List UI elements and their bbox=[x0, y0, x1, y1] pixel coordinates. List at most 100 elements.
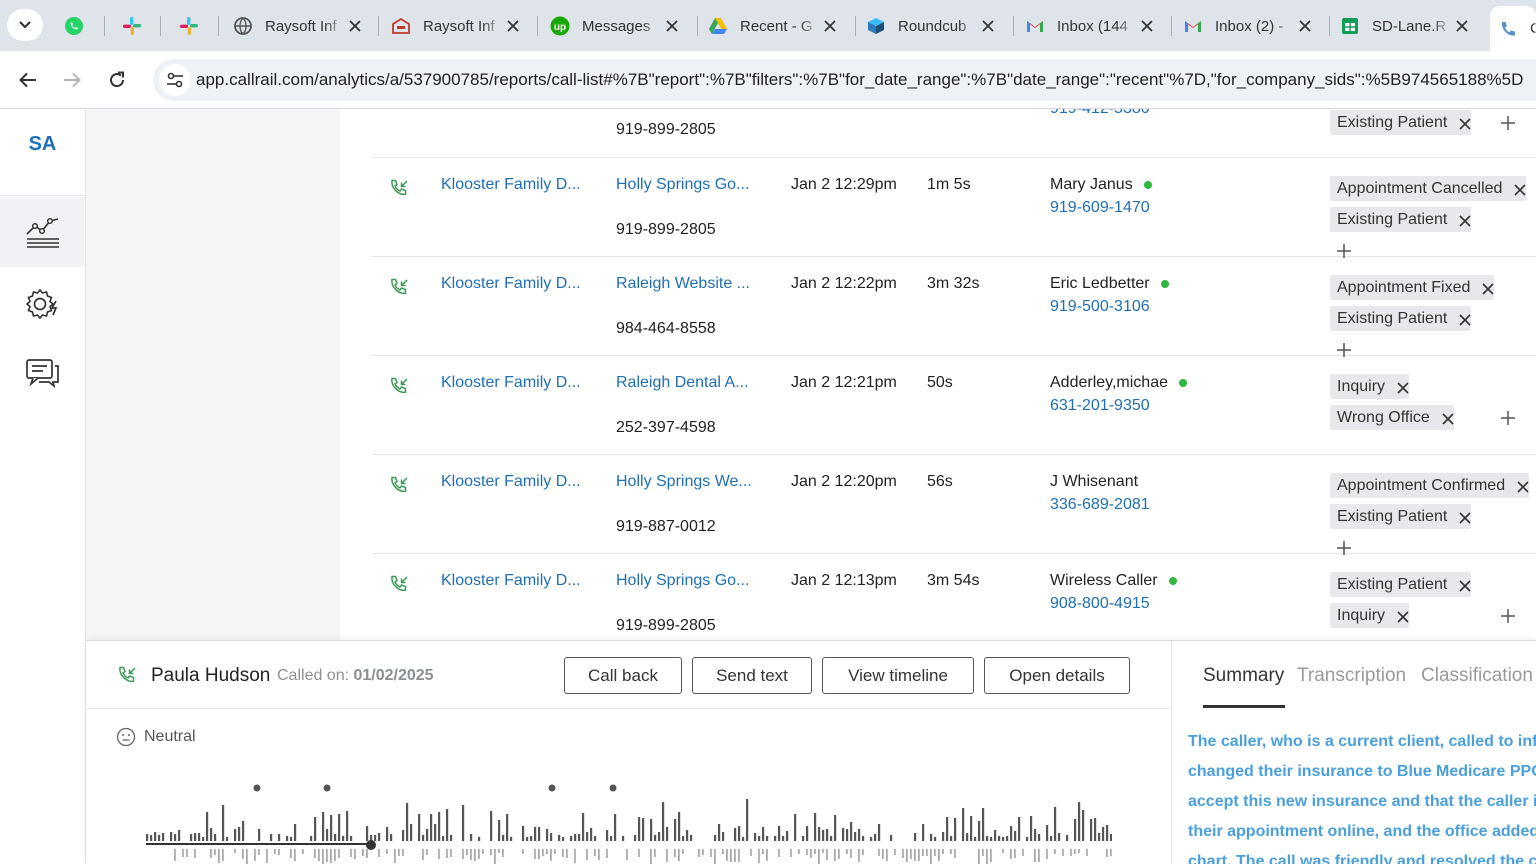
view-timeline-button[interactable]: View timeline bbox=[822, 657, 974, 694]
close-icon[interactable] bbox=[503, 16, 523, 36]
table-row[interactable]: Klooster Family D... Holly Springs Go...… bbox=[372, 554, 1536, 640]
nav-settings[interactable] bbox=[0, 269, 85, 339]
nav-analytics[interactable] bbox=[0, 197, 85, 267]
add-tag-icon[interactable] bbox=[1500, 608, 1516, 624]
open-details-button[interactable]: Open details bbox=[984, 657, 1130, 694]
nav-messages[interactable] bbox=[0, 338, 85, 408]
tab-roundcube[interactable]: Roundcub bbox=[858, 8, 1008, 44]
caller-phone[interactable]: 908-800-4915 bbox=[1050, 595, 1150, 613]
svg-text:up: up bbox=[554, 22, 566, 33]
close-icon[interactable] bbox=[662, 16, 682, 36]
reload-button[interactable] bbox=[100, 63, 134, 97]
close-icon[interactable] bbox=[1452, 16, 1472, 36]
tune-icon bbox=[167, 72, 183, 88]
tab-google-drive[interactable]: Recent - G bbox=[700, 8, 850, 44]
tag: Appointment Confirmed bbox=[1330, 473, 1530, 498]
remove-tag-icon[interactable] bbox=[1459, 313, 1471, 326]
tab-raysoft-1[interactable]: Raysoft Inf bbox=[225, 8, 375, 44]
company-link[interactable]: Klooster Family D... bbox=[441, 473, 581, 491]
caller-phone[interactable]: 336-689-2081 bbox=[1050, 496, 1150, 514]
inbound-call-icon bbox=[388, 574, 410, 596]
call-summary-text: The caller, who is a current client, cal… bbox=[1188, 733, 1536, 864]
site-info-button[interactable] bbox=[159, 64, 191, 96]
remove-tag-icon[interactable] bbox=[1514, 183, 1527, 196]
table-row[interactable]: Klooster Family D... Raleigh Website ...… bbox=[372, 257, 1536, 357]
tab-search-button[interactable] bbox=[7, 9, 43, 41]
table-row[interactable]: 919-899-2805 919-412-5380 Existing Patie… bbox=[372, 109, 1536, 158]
close-icon[interactable] bbox=[1137, 16, 1157, 36]
call-duration: 3m 54s bbox=[927, 572, 980, 589]
audio-waveform-player[interactable] bbox=[146, 781, 1112, 864]
tab-raysoft-2[interactable]: Raysoft Inf bbox=[383, 8, 533, 44]
browser-tab-strip: Raysoft Inf Raysoft Inf up Messages Rece… bbox=[0, 0, 1536, 51]
company-link[interactable]: Klooster Family D... bbox=[441, 572, 581, 590]
remove-tag-icon[interactable] bbox=[1397, 610, 1409, 623]
source-link[interactable]: Holly Springs Go... bbox=[616, 176, 749, 194]
remove-tag-icon[interactable] bbox=[1459, 117, 1471, 130]
caller-phone[interactable]: 631-201-9350 bbox=[1050, 397, 1150, 415]
table-row[interactable]: Klooster Family D... Raleigh Dental A...… bbox=[372, 356, 1536, 455]
slack-icon bbox=[179, 16, 199, 36]
remove-tag-icon[interactable] bbox=[1517, 480, 1529, 493]
tab-google-sheets[interactable]: SD-Lane.R bbox=[1332, 8, 1482, 44]
add-tag-icon[interactable] bbox=[1500, 115, 1516, 131]
call-date: Jan 2 12:13pm bbox=[791, 572, 897, 589]
tracking-number: 919-899-2805 bbox=[616, 121, 716, 138]
remove-tag-icon[interactable] bbox=[1442, 412, 1454, 425]
tab-gmail-2[interactable]: Inbox (2) - bbox=[1175, 8, 1325, 44]
send-text-button[interactable]: Send text bbox=[692, 657, 812, 694]
tab-slack-1[interactable] bbox=[114, 8, 154, 44]
raysoft-icon bbox=[391, 16, 411, 36]
call-detail-header: Paula Hudson Called on: 01/02/2025 Call … bbox=[86, 641, 1172, 709]
tab-title: Inbox (144 bbox=[1057, 17, 1128, 35]
tab-transcription[interactable]: Transcription bbox=[1297, 665, 1406, 687]
add-tag-icon[interactable] bbox=[1500, 410, 1516, 426]
tab-whatsapp[interactable] bbox=[56, 8, 96, 44]
address-bar[interactable]: app.callrail.com/analytics/a/537900785/r… bbox=[153, 59, 1536, 101]
inbound-call-icon bbox=[388, 277, 410, 299]
remove-tag-icon[interactable] bbox=[1397, 381, 1409, 394]
remove-tag-icon[interactable] bbox=[1459, 214, 1471, 227]
caller-phone[interactable]: 919-609-1470 bbox=[1050, 199, 1150, 217]
tag: Existing Patient bbox=[1330, 207, 1472, 232]
company-link[interactable]: Klooster Family D... bbox=[441, 176, 581, 194]
close-icon[interactable] bbox=[345, 16, 365, 36]
inbound-call-icon bbox=[388, 178, 410, 200]
source-link[interactable]: Holly Springs We... bbox=[616, 473, 752, 491]
remove-tag-icon[interactable] bbox=[1459, 579, 1471, 592]
inbound-call-icon bbox=[388, 475, 410, 497]
tracking-number: 919-887-0012 bbox=[616, 518, 716, 535]
tab-gmail-1[interactable]: Inbox (144 bbox=[1017, 8, 1167, 44]
back-button[interactable] bbox=[11, 63, 45, 97]
forward-button[interactable] bbox=[55, 63, 89, 97]
reload-icon bbox=[110, 71, 125, 88]
company-link[interactable]: Klooster Family D... bbox=[441, 275, 581, 293]
account-initials[interactable]: SA bbox=[0, 133, 85, 156]
called-on: Called on: 01/02/2025 bbox=[277, 667, 434, 684]
tab-callrail-active[interactable]: C bbox=[1490, 6, 1536, 51]
source-link[interactable]: Holly Springs Go... bbox=[616, 572, 749, 590]
analytics-icon bbox=[25, 217, 59, 248]
caller-phone[interactable]: 919-412-5380 bbox=[1050, 109, 1150, 118]
tab-classification[interactable]: Classification bbox=[1421, 665, 1533, 687]
table-row[interactable]: Klooster Family D... Holly Springs Go...… bbox=[372, 158, 1536, 258]
tab-title: SD-Lane.R bbox=[1372, 17, 1447, 35]
remove-tag-icon[interactable] bbox=[1459, 511, 1471, 524]
sentiment-label: Neutral bbox=[144, 728, 196, 745]
source-link[interactable]: Raleigh Website ... bbox=[616, 275, 750, 293]
call-duration: 50s bbox=[927, 374, 953, 391]
close-icon[interactable] bbox=[978, 16, 998, 36]
caller-phone[interactable]: 919-500-3106 bbox=[1050, 298, 1150, 316]
remove-tag-icon[interactable] bbox=[1482, 282, 1494, 295]
tab-summary[interactable]: Summary bbox=[1203, 665, 1284, 687]
tab-upwork-messages[interactable]: up Messages bbox=[542, 8, 692, 44]
tab-slack-2[interactable] bbox=[171, 8, 211, 44]
close-icon[interactable] bbox=[1295, 16, 1315, 36]
source-link[interactable]: Raleigh Dental A... bbox=[616, 374, 749, 392]
company-link[interactable]: Klooster Family D... bbox=[441, 374, 581, 392]
call-back-button[interactable]: Call back bbox=[564, 657, 682, 694]
tracking-number: 252-397-4598 bbox=[616, 419, 716, 436]
drive-icon bbox=[708, 16, 728, 36]
table-row[interactable]: Klooster Family D... Holly Springs We...… bbox=[372, 455, 1536, 555]
close-icon[interactable] bbox=[820, 16, 840, 36]
